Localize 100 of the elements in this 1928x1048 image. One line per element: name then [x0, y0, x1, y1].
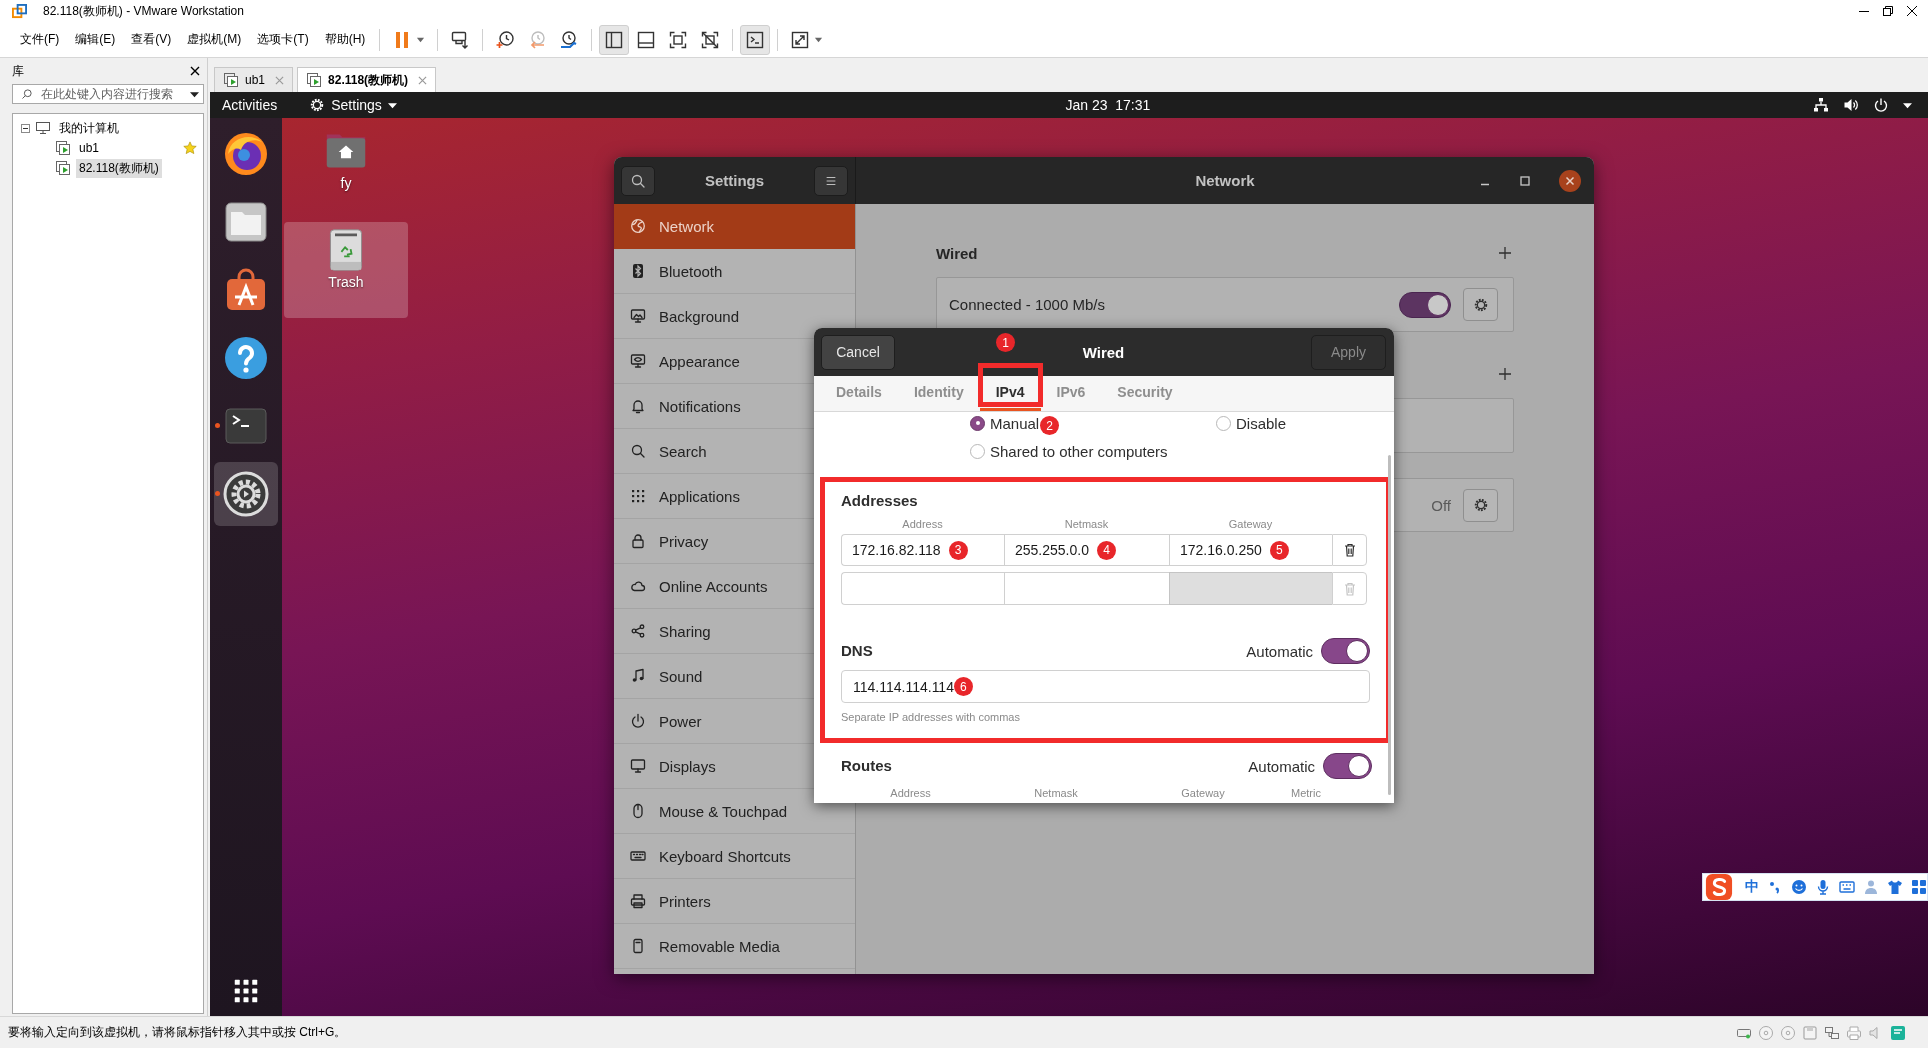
drive-icon — [630, 938, 646, 954]
radio-button[interactable] — [1216, 415, 1231, 431]
settings-icon — [222, 470, 270, 518]
caret-down-icon[interactable] — [1903, 100, 1912, 110]
annotation-badge: 2 — [1040, 416, 1060, 435]
toggle-switch[interactable] — [1323, 753, 1372, 779]
monitor-arrow-icon — [450, 29, 471, 50]
volume-icon[interactable] — [1843, 97, 1859, 113]
bluetooth-icon — [630, 263, 646, 279]
microphone-icon[interactable] — [1815, 879, 1831, 895]
radio-label[interactable]: Disable — [1236, 414, 1287, 432]
sidebar-item[interactable]: Keyboard Shortcuts — [614, 834, 855, 879]
toolbar-button[interactable] — [599, 24, 630, 55]
tree-item[interactable]: ub1 — [76, 140, 103, 156]
network-computers-icon[interactable] — [1824, 1024, 1840, 1041]
cloud-icon — [630, 578, 646, 594]
activities-button[interactable]: Activities — [216, 93, 284, 117]
keyboard-icon — [630, 848, 646, 864]
toggle-label: Automatic — [1246, 642, 1313, 660]
windows-play-icon — [223, 72, 239, 88]
address-field[interactable]: 172.16.82.118 3 — [841, 534, 1004, 566]
radio-button[interactable] — [970, 443, 985, 459]
radio-button[interactable] — [970, 415, 985, 431]
sidebar-item[interactable]: Bluetooth — [614, 249, 855, 294]
menu-item[interactable]: 帮助(H) — [316, 27, 374, 52]
sidebar-item[interactable]: Printers — [614, 879, 855, 924]
menu-item[interactable]: 虚拟机(M) — [179, 27, 250, 52]
section-heading: Wired — [936, 244, 978, 262]
input-mode-toggle[interactable]: 中 — [1745, 878, 1759, 896]
monitor-icon — [630, 758, 646, 774]
panel-title: Network — [1195, 172, 1255, 189]
settings-button[interactable] — [1463, 288, 1498, 321]
netmask-field[interactable] — [1004, 572, 1169, 605]
column-header: Netmask — [1063, 517, 1110, 532]
app-menu-button[interactable]: Settings — [303, 93, 403, 117]
desktop-icon[interactable]: Trash — [284, 222, 408, 318]
cancel-button[interactable]: Cancel — [821, 334, 895, 370]
toggle-label: Automatic — [1248, 757, 1315, 775]
address-field[interactable] — [841, 572, 1004, 605]
radio-label[interactable]: Manual — [990, 414, 1040, 432]
status-message: 要将输入定向到该虚拟机，请将鼠标指针移入其中或按 Ctrl+G。 — [8, 1024, 347, 1041]
sidebar-title: Settings — [704, 172, 765, 189]
add-button[interactable] — [1498, 367, 1512, 381]
grid-icon — [630, 488, 646, 504]
bell-icon — [630, 398, 646, 414]
tree-item[interactable]: 我的计算机 — [56, 118, 122, 138]
sidebar-item[interactable]: Removable Media — [614, 924, 855, 969]
add-button[interactable] — [1498, 246, 1512, 260]
clock[interactable]: Jan 23 17:31 — [1065, 97, 1151, 113]
dns-field[interactable]: 114.114.114.114 6 — [841, 670, 1370, 703]
monitor-eye-icon — [630, 353, 646, 369]
monitor-picture-icon — [630, 308, 646, 324]
close-button[interactable] — [190, 66, 200, 76]
smiley-icon[interactable] — [1791, 879, 1807, 895]
menu-item[interactable]: 文件(F) — [12, 27, 68, 52]
annotation-badge: 5 — [1269, 540, 1289, 560]
radio-label[interactable]: Shared to other computers — [990, 442, 1168, 460]
collapse-icon[interactable] — [21, 123, 30, 133]
dialog-title: Wired — [1082, 343, 1125, 361]
menu-item[interactable]: 选项卡(T) — [249, 27, 317, 52]
tree-item[interactable]: 82.118(教师机) — [76, 158, 162, 178]
keyboard-icon[interactable] — [1839, 879, 1855, 895]
settings-button[interactable] — [1463, 488, 1498, 522]
power-icon[interactable] — [1873, 97, 1889, 113]
toolbar-button[interactable] — [740, 24, 771, 55]
sidebar-layout-icon — [604, 29, 625, 50]
dock-item[interactable] — [214, 462, 278, 526]
search-button[interactable] — [621, 165, 655, 196]
menu-button[interactable] — [814, 165, 848, 196]
network-icon[interactable] — [1813, 97, 1829, 113]
tab[interactable]: 82.118(教师机) — [297, 67, 437, 92]
close-icon[interactable] — [1559, 169, 1581, 192]
clock-plus-icon — [495, 29, 516, 50]
column-header: Gateway — [1227, 517, 1274, 532]
gear-icon — [1472, 296, 1489, 313]
lock-icon — [630, 533, 646, 549]
close-icon — [1907, 6, 1917, 16]
annotation-badge: 6 — [953, 677, 973, 696]
menu-item[interactable]: 查看(V) — [123, 27, 180, 52]
delete-button[interactable] — [1332, 534, 1367, 566]
ime-logo-icon[interactable] — [1705, 873, 1733, 901]
sidebar-item[interactable]: Network — [614, 204, 855, 249]
grid-icon[interactable] — [1911, 879, 1927, 895]
app-logo-icon — [12, 3, 27, 19]
caret-down-icon[interactable] — [190, 89, 199, 99]
plus-icon — [1498, 367, 1512, 381]
netmask-field[interactable]: 255.255.0.0 4 — [1004, 534, 1169, 566]
tab[interactable]: IPv4 — [987, 382, 1033, 402]
gear-icon — [1472, 497, 1489, 513]
maximize-icon[interactable] — [1519, 174, 1531, 187]
toggle-switch[interactable] — [1399, 291, 1451, 318]
gateway-field[interactable]: 172.16.0.250 5 — [1169, 534, 1332, 566]
tab[interactable]: ub1 — [214, 67, 294, 92]
caret-down-icon — [814, 35, 824, 44]
toggle-switch[interactable] — [1321, 638, 1370, 664]
search-field[interactable]: 在此处键入内容进行搜索 — [12, 84, 204, 104]
shirt-icon[interactable] — [1887, 879, 1903, 895]
menu-item[interactable]: 编辑(E) — [67, 27, 124, 52]
column-header: Address — [901, 517, 944, 532]
scrollbar[interactable] — [1388, 455, 1391, 795]
